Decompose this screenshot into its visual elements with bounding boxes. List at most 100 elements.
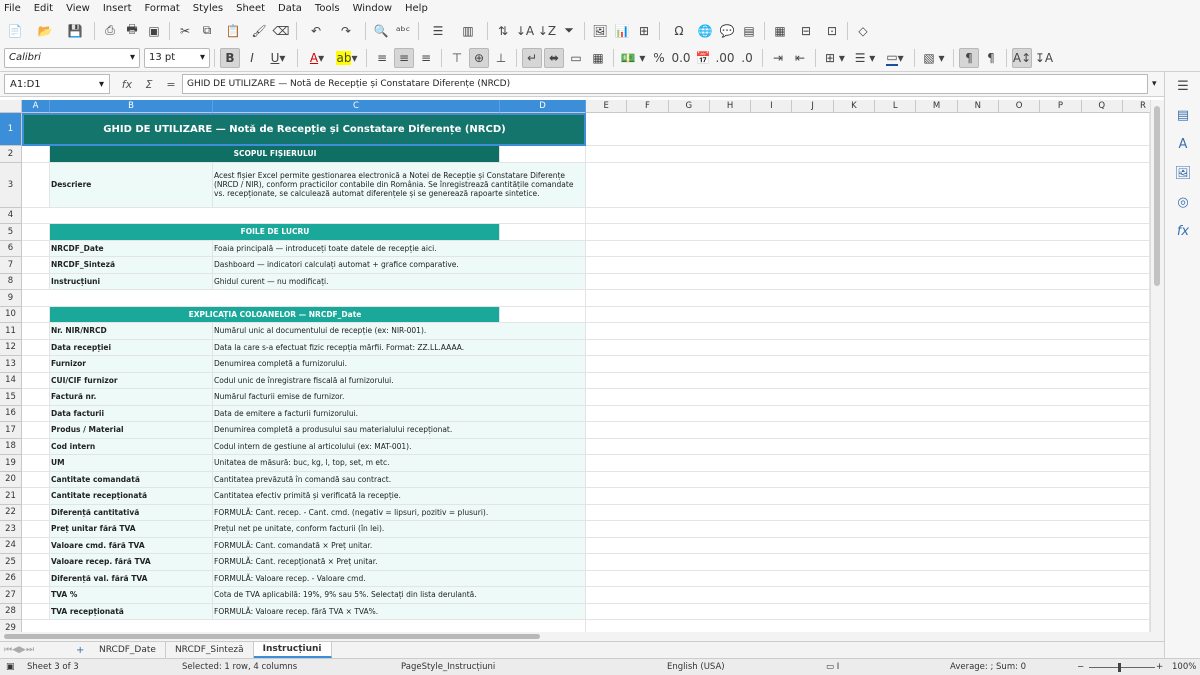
field-name[interactable]: Diferență val. fără TVA [50, 570, 213, 587]
cell[interactable] [586, 162, 1150, 208]
zoom-out-icon[interactable]: − [1077, 662, 1084, 672]
increase-indent-icon[interactable]: ⇥ [768, 48, 788, 68]
field-name[interactable]: Diferență cantitativă [50, 504, 213, 521]
print-icon[interactable]: 🖶 [122, 21, 142, 41]
field-description[interactable]: Dashboard — indicatori calculați automat… [213, 257, 586, 274]
expand-formula-icon[interactable]: ▾ [1152, 79, 1160, 89]
zoom-slider[interactable] [1089, 667, 1155, 668]
cell[interactable] [586, 372, 1150, 389]
column-header-g[interactable]: G [668, 100, 710, 113]
scrollbar-thumb[interactable] [4, 634, 540, 639]
copy-icon[interactable]: ⧉ [197, 21, 217, 41]
date-format-icon[interactable]: 📅 [693, 48, 713, 68]
menu-tools[interactable]: Tools [315, 3, 340, 14]
section-header[interactable]: EXPLICAȚIA COLOANELOR — NRCDF_Date [50, 306, 500, 323]
sheet-navigation-buttons[interactable]: ⏮ ◀ ▶ ⏭ [0, 645, 70, 655]
cut-icon[interactable]: ✂ [175, 21, 195, 41]
align-top-icon[interactable]: ⊤ [447, 48, 467, 68]
page-style[interactable]: PageStyle_Instrucțiuni [401, 662, 495, 672]
align-center-icon[interactable]: ≡ [394, 47, 414, 68]
field-name[interactable]: NRCDF_Sinteză [50, 257, 213, 274]
row-icon[interactable]: ☰ [424, 21, 452, 41]
field-description[interactable]: Foaia principală — introduceți toate dat… [213, 240, 586, 257]
field-description[interactable]: Denumirea completă a furnizorului. [213, 356, 586, 373]
row-header[interactable]: 25 [0, 554, 22, 571]
export-pdf-icon[interactable]: ⎙ [100, 21, 120, 41]
hyperlink-icon[interactable]: 🌐 [695, 21, 715, 41]
column-header-a[interactable]: A [22, 100, 50, 113]
currency-format-icon[interactable]: 💵 ▾ [619, 48, 647, 68]
menu-edit[interactable]: Edit [34, 3, 53, 14]
cell[interactable] [586, 240, 1150, 257]
font-size-box[interactable]: 13 pt ▾ [144, 47, 210, 68]
row-header[interactable]: 4 [0, 207, 22, 224]
cell[interactable] [22, 455, 50, 472]
field-description[interactable]: Cota de TVA aplicabilă: 19%, 9% sau 5%. … [213, 587, 586, 604]
borders-icon[interactable]: ⊞ ▾ [821, 48, 849, 68]
field-name[interactable]: Data recepției [50, 339, 213, 356]
cell[interactable] [22, 521, 50, 538]
left-to-right-icon[interactable]: ¶ [959, 47, 979, 68]
font-color-icon[interactable]: A ▾ [303, 48, 331, 68]
cell[interactable] [586, 356, 1150, 373]
sum-icon[interactable]: Σ [138, 78, 160, 91]
menu-insert[interactable]: Insert [103, 3, 132, 14]
menu-view[interactable]: View [66, 3, 90, 14]
align-right-icon[interactable]: ≡ [416, 48, 436, 68]
find-replace-icon[interactable]: 🔍 [371, 21, 391, 41]
align-middle-icon[interactable]: ⊕ [469, 47, 489, 68]
field-name[interactable]: NRCDF_Date [50, 240, 213, 257]
autofilter-icon[interactable]: ⏷ [559, 21, 579, 41]
highlight-color-icon[interactable]: ab ▾ [333, 48, 361, 68]
field-name[interactable]: Nr. NIR/NRCD [50, 323, 213, 340]
field-description[interactable]: FORMULĂ: Valoare recep. - Valoare cmd. [213, 570, 586, 587]
field-name[interactable]: Instrucțiuni [50, 273, 213, 290]
cell[interactable] [22, 240, 50, 257]
cell[interactable] [586, 537, 1150, 554]
cell[interactable] [586, 471, 1150, 488]
cell[interactable] [586, 339, 1150, 356]
cell[interactable] [22, 422, 50, 439]
function-wizard-icon[interactable]: fx [116, 78, 138, 91]
sheet-tab[interactable]: NRCDF_Date [90, 642, 166, 658]
cell[interactable] [500, 224, 586, 241]
clone-formatting-icon[interactable]: 🖌 [249, 21, 269, 41]
column-header-h[interactable]: H [709, 100, 752, 113]
cell[interactable] [22, 146, 50, 163]
sort-descending-icon[interactable]: ↓Z [537, 21, 557, 41]
column-header-q[interactable]: Q [1081, 100, 1123, 113]
decrease-indent-icon[interactable]: ⇤ [790, 48, 810, 68]
functions-icon[interactable]: fx [1165, 217, 1200, 246]
column-header-f[interactable]: F [627, 100, 669, 113]
field-description[interactable]: Numărul unic al documentului de recepție… [213, 323, 586, 340]
language[interactable]: English (USA) [667, 662, 725, 672]
previous-sheet-icon[interactable]: ◀ [12, 645, 19, 655]
column-icon[interactable]: ▥ [454, 21, 482, 41]
cell[interactable] [22, 290, 586, 307]
field-description[interactable]: Acest fișier Excel permite gestionarea e… [213, 162, 586, 208]
cell[interactable] [586, 455, 1150, 472]
sheet-tab[interactable]: Instrucțiuni [253, 642, 332, 658]
cell[interactable] [22, 438, 50, 455]
clear-formatting-icon[interactable]: ⌫ [271, 21, 291, 41]
cell[interactable] [22, 207, 586, 224]
cell[interactable] [586, 405, 1150, 422]
text-direction-icon[interactable]: ↧A [1034, 48, 1054, 68]
field-name[interactable]: Factură nr. [50, 389, 213, 406]
field-name[interactable]: Preț unitar fără TVA [50, 521, 213, 538]
cell[interactable] [22, 471, 50, 488]
row-header[interactable]: 20 [0, 471, 22, 488]
undo-icon[interactable]: ↶ [302, 21, 330, 41]
cell[interactable] [22, 504, 50, 521]
show-draw-functions-icon[interactable]: ◇ [853, 21, 873, 41]
cell[interactable] [586, 554, 1150, 571]
name-box[interactable]: A1:D1 ▾ [4, 74, 110, 94]
row-header[interactable]: 1 [0, 113, 22, 146]
column-header-b[interactable]: B [50, 100, 213, 113]
column-header-i[interactable]: I [751, 100, 793, 113]
sort-ascending-icon[interactable]: ↓A [515, 21, 535, 41]
font-name-box[interactable]: Calibri ▾ [4, 47, 140, 68]
define-print-area-icon[interactable]: ▦ [770, 21, 790, 41]
field-name[interactable]: Valoare cmd. fără TVA [50, 537, 213, 554]
delete-decimal-icon[interactable]: .0 [737, 48, 757, 68]
